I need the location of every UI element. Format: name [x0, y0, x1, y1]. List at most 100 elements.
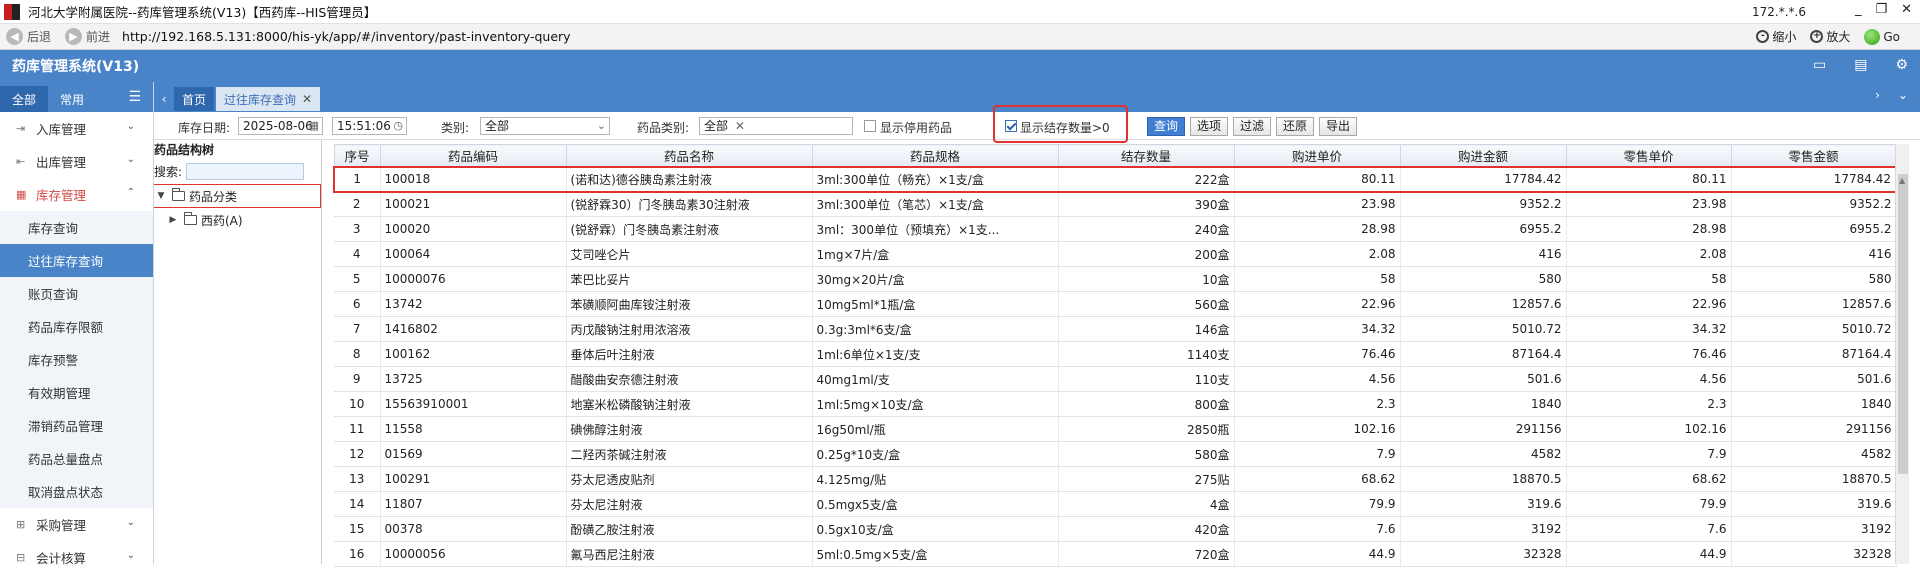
maximize-button[interactable]: ❐	[1875, 2, 1887, 17]
restore-button[interactable]: 还原	[1276, 117, 1315, 136]
nav-group-purchase[interactable]: ⊞ 采购管理 ⌄	[0, 508, 153, 541]
nav-item-inventory-count[interactable]: 药品总量盘点	[0, 442, 153, 475]
table-cell: 13742	[380, 291, 567, 317]
zoom-out-button[interactable]: - 缩小	[1756, 28, 1796, 45]
nav-item-expiry[interactable]: 有效期管理	[0, 376, 153, 409]
table-row[interactable]: 8 100162 垂体后叶注射液 1ml:6单位×1支/支 1140支 76.46 8716…	[334, 341, 1897, 367]
export-button[interactable]: 导出	[1319, 117, 1358, 136]
table-cell: 291156	[1731, 416, 1897, 442]
table-cell: 2.3	[1234, 391, 1401, 417]
table-row[interactable]: 9 13725 醋酸曲安奈德注射液 40mg1ml/支 110支 4.56 501.6 4.5…	[334, 366, 1897, 392]
column-header[interactable]: 购进金额	[1399, 144, 1567, 167]
table-row[interactable]: 11 11558 碘佛醇注射液 16g50ml/瓶 2850瓶 102.16 291156 1…	[334, 416, 1897, 442]
tree-search-input[interactable]	[186, 162, 305, 180]
message-icon[interactable]: ▭	[1813, 57, 1826, 73]
table-row[interactable]: 1 100018 (诺和达)德谷胰岛素注射液 3ml:300单位（畅充）×1支/盒 22…	[333, 165, 1897, 193]
nav-item-stock-query[interactable]: 库存查询	[0, 211, 153, 244]
table-cell: 68.62	[1566, 466, 1732, 492]
nav-group-stock[interactable]: ▦ 库存管理 ⌃	[0, 178, 153, 211]
table-row[interactable]: 12 01569 二羟丙茶碱注射液 0.25g*10支/盒 580盒 7.9 4582 7.9…	[334, 441, 1897, 467]
drug-type-select[interactable]: 全部 ✕	[699, 117, 853, 135]
tree-search-row: 搜索:	[154, 160, 321, 182]
scroll-up-icon[interactable]: ▲	[1899, 176, 1905, 185]
nav-group-inbound[interactable]: ⇥ 入库管理 ⌄	[0, 112, 153, 145]
table-cell: 芬太尼注射液	[566, 491, 813, 517]
collapsed-caret-icon[interactable]: ▶	[166, 215, 180, 225]
tabs-prev-icon[interactable]: ‹	[154, 86, 174, 112]
sidebar-tab-all[interactable]: 全部	[0, 86, 49, 112]
column-header[interactable]: 购进单价	[1233, 144, 1401, 167]
tabs-menu-icon[interactable]: ⌄	[1898, 88, 1908, 102]
table-row[interactable]: 3 100020 (锐舒霖）门冬胰岛素注射液 3ml：300单位（预填充）×1支...…	[334, 216, 1897, 242]
table-cell: 12	[334, 441, 381, 467]
table-row[interactable]: 10 15563910001 地塞米松磷酸钠注射液 1ml:5mg×10支/盒 800盒…	[334, 391, 1897, 417]
menu-toggle-icon[interactable]: ☰	[128, 89, 141, 105]
sidebar-tabs: 全部 常用 ☰	[0, 82, 153, 112]
time-input[interactable]: 15:51:06 ◷	[332, 117, 407, 135]
options-button[interactable]: 选项	[1190, 117, 1229, 136]
table-row[interactable]: 14 11807 芬太尼注射液 0.5mgx5支/盒 4盒 79.9 319.6 79.9 31…	[334, 491, 1897, 517]
url-field[interactable]: http://192.168.5.131:8000/his-yk/app/#/i…	[122, 29, 571, 44]
nav-item-cancel-count[interactable]: 取消盘点状态	[0, 475, 153, 508]
nav-item-past-stock-query[interactable]: 过往库存查询	[0, 244, 153, 277]
table-row[interactable]: 6 13742 苯磺顺阿曲库铵注射液 10mg5ml*1瓶/盒 560盒 22.96 128…	[334, 291, 1897, 317]
tree-node-western[interactable]: ▶ 西药(A)	[154, 208, 321, 232]
column-header[interactable]: 结存数量	[1057, 144, 1235, 167]
show-disabled-checkbox[interactable]	[864, 120, 876, 132]
go-button[interactable]: Go	[1864, 28, 1900, 45]
table-cell: 240盒	[1058, 216, 1235, 242]
calendar-icon[interactable]: ▦	[309, 118, 319, 134]
table-cell: 6955.2	[1400, 216, 1567, 242]
nav-group-accounting[interactable]: ⊟ 会计核算 ⌄	[0, 541, 153, 574]
table-row[interactable]: 4 100064 艾司唑仑片 1mg×7片/盒 200盒 2.08 416 2.08 416	[334, 241, 1897, 267]
nav-item-slow-moving[interactable]: 滞销药品管理	[0, 409, 153, 442]
table-cell: 4582	[1400, 441, 1567, 467]
nav-item-stock-limit[interactable]: 药品库存限额	[0, 310, 153, 343]
filter-button[interactable]: 过滤	[1233, 117, 1272, 136]
column-header[interactable]: 零售金额	[1730, 144, 1897, 167]
table-row[interactable]: 13 100291 芬太尼透皮贴剂 4.125mg/贴 275贴 68.62 18870.5…	[334, 466, 1897, 492]
sidebar: 全部 常用 ☰ ⇥ 入库管理 ⌄ ⇤ 出库管理 ⌄ ▦ 库存管理 ⌃ 库存查询 …	[0, 82, 154, 566]
settings-icon[interactable]: ⚙	[1895, 57, 1908, 73]
table-row[interactable]: 16 10000056 氟马西尼注射液 5ml:0.5mg×5支/盒 720盒 44.9 3…	[334, 541, 1897, 567]
nav-group-outbound[interactable]: ⇤ 出库管理 ⌄	[0, 145, 153, 178]
tab-home[interactable]: 首页	[174, 87, 215, 111]
column-header[interactable]: 序号	[333, 144, 381, 167]
table-row[interactable]: 15 00378 酚磺乙胺注射液 0.5gx10支/盒 420盒 7.6 3192 7.6 31…	[334, 516, 1897, 542]
table-row[interactable]: 2 100021 (锐舒霖30）门冬胰岛素30注射液 3ml:300单位（笔芯）×1支…	[334, 191, 1897, 217]
column-header[interactable]: 零售单价	[1565, 144, 1732, 167]
query-button[interactable]: 查询	[1147, 117, 1186, 136]
column-header[interactable]: 药品规格	[811, 144, 1059, 167]
tree-search-label: 搜索:	[154, 164, 183, 179]
minimize-button[interactable]: _	[1855, 2, 1862, 17]
table-cell: 44.9	[1234, 541, 1401, 567]
category-select[interactable]: 全部 ⌄	[480, 117, 610, 135]
tree-node-root[interactable]: ▼ 药品分类	[154, 184, 321, 208]
date-input[interactable]: 2025-08-06 ▦	[238, 117, 323, 135]
clear-tag-icon[interactable]: ✕	[735, 119, 745, 133]
expanded-caret-icon[interactable]: ▼	[154, 191, 168, 201]
table-cell: 9	[334, 366, 381, 392]
tab-past-inventory[interactable]: 过往库存查询 ✕	[216, 87, 321, 111]
column-header[interactable]: 药品名称	[565, 144, 813, 167]
forward-button[interactable]: ▶ 前进	[65, 28, 110, 45]
close-button[interactable]: ✕	[1901, 2, 1912, 17]
app-header: 药库管理系统(V13) ▭ ▤ ⚙	[0, 50, 1920, 82]
back-button[interactable]: ◀ 后退	[6, 28, 51, 45]
zoom-in-button[interactable]: + 放大	[1810, 28, 1850, 45]
scrollbar-thumb[interactable]	[1898, 174, 1908, 474]
table-cell: 7	[334, 316, 381, 342]
vertical-scrollbar[interactable]: ▲	[1895, 144, 1909, 564]
table-row[interactable]: 5 10000076 苯巴比妥片 30mg×20片/盒 10盒 58 580 58 580	[334, 266, 1897, 292]
sidebar-tab-favorites[interactable]: 常用	[48, 86, 96, 112]
nav-item-ledger-query[interactable]: 账页查询	[0, 277, 153, 310]
close-tab-icon[interactable]: ✕	[302, 92, 312, 106]
nav-item-stock-warning[interactable]: 库存预警	[0, 343, 153, 376]
table-cell: 416	[1400, 241, 1567, 267]
tabs-next-icon[interactable]: ›	[1875, 88, 1880, 102]
column-header[interactable]: 药品编码	[379, 144, 567, 167]
clock-icon[interactable]: ◷	[393, 118, 403, 134]
notes-icon[interactable]: ▤	[1854, 57, 1867, 73]
table-cell: 0.5mgx5支/盒	[812, 491, 1059, 517]
table-row[interactable]: 7 1416802 丙戊酸钠注射用浓溶液 0.3g:3ml*6支/盒 146盒 34.32…	[334, 316, 1897, 342]
